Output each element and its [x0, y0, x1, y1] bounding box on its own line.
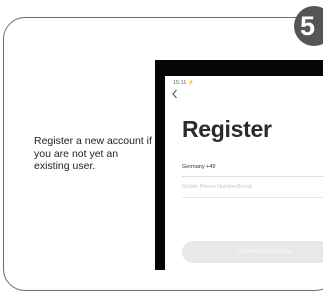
register-title: Register: [182, 116, 272, 142]
phone-screenshot: 15:11 ⚡ Register Germany +49 Mobile Phon…: [155, 60, 323, 270]
country-divider: [182, 176, 323, 177]
country-selector[interactable]: Germany +49: [182, 164, 215, 170]
chevron-left-icon[interactable]: [171, 88, 179, 100]
phone-email-input[interactable]: Mobile Phone Number/Email: [182, 184, 252, 190]
phone-screen: 15:11 ⚡ Register Germany +49 Mobile Phon…: [165, 76, 323, 270]
instruction-page: 5 Register a new account if you are not …: [0, 0, 323, 294]
status-bar-time: 15:11 ⚡: [173, 80, 195, 86]
instruction-text: Register a new account if you are not ye…: [34, 135, 152, 173]
get-verification-code-button[interactable]: Get Verification Code: [182, 241, 323, 263]
input-divider: [182, 197, 323, 198]
